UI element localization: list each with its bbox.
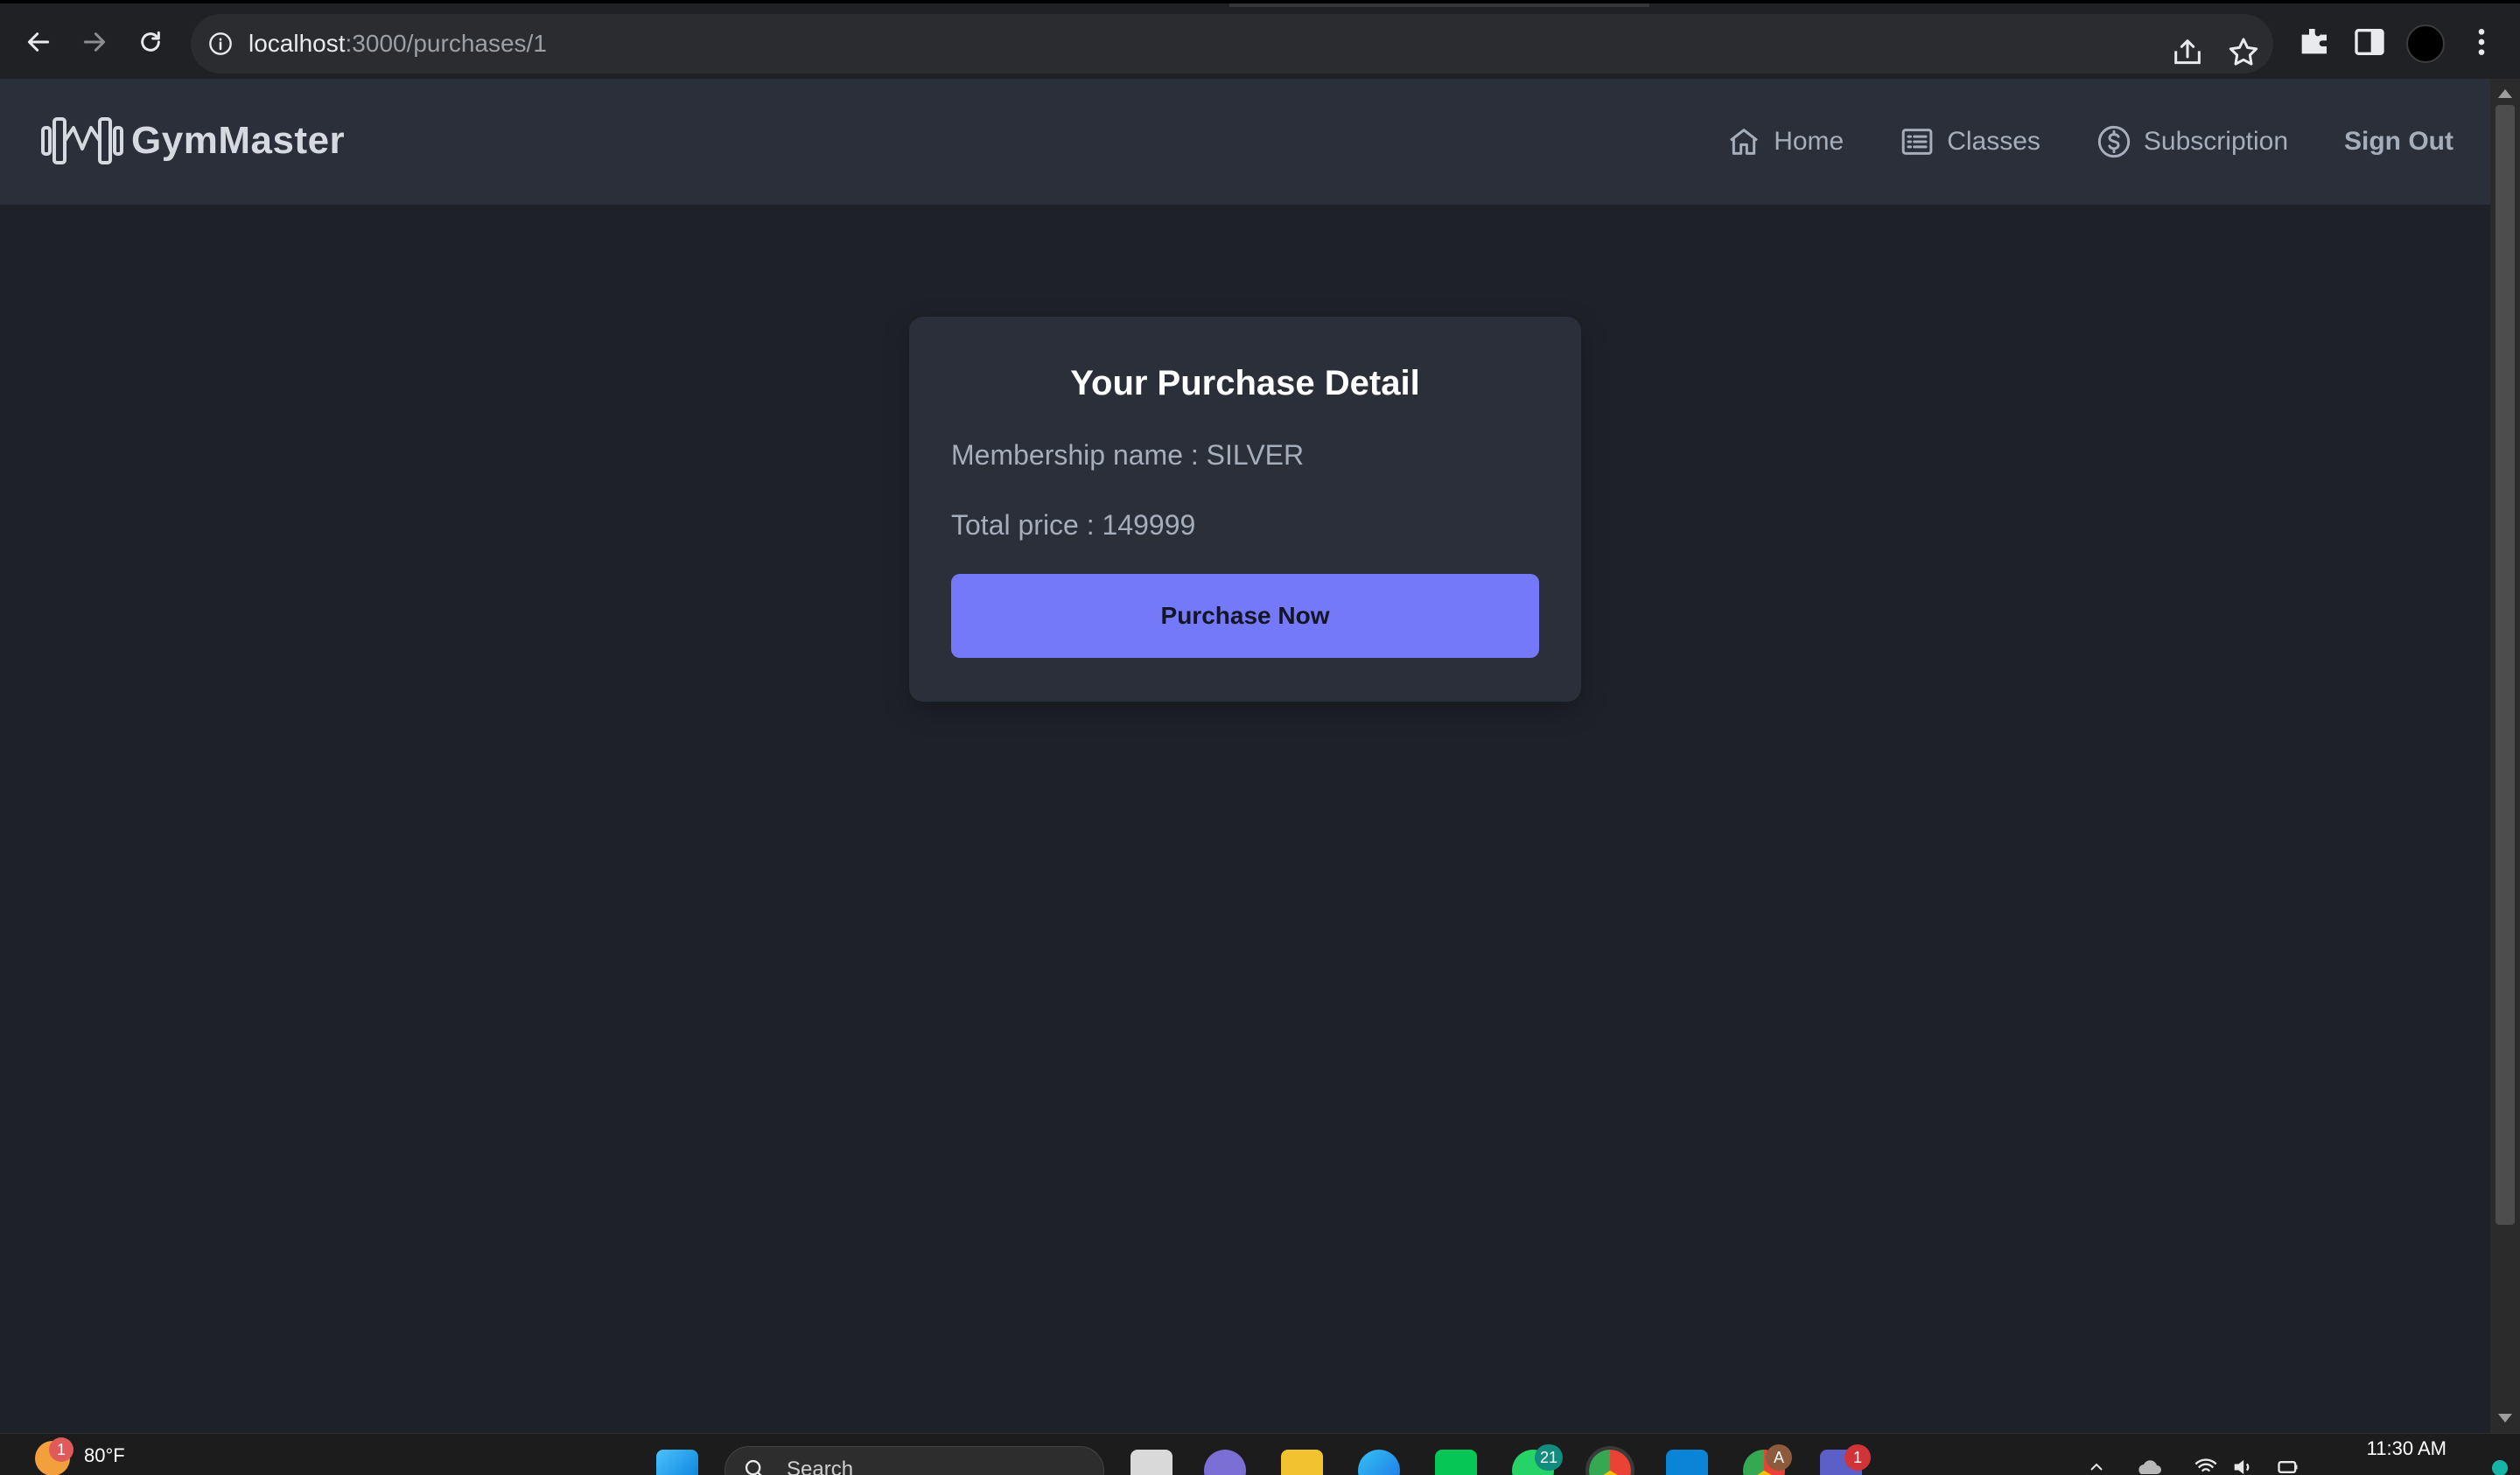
vscode-icon[interactable]: [1666, 1450, 1708, 1475]
nav-links: Home Classes Subscription Sign Out: [1726, 124, 2454, 159]
notification-icon[interactable]: [2492, 1460, 2508, 1475]
more-menu-icon[interactable]: [2464, 24, 2499, 59]
weather-badge: 1: [49, 1437, 74, 1462]
edge-icon[interactable]: [1358, 1450, 1400, 1475]
os-taskbar: 1 80°F Search 21 A 1 11:30 AM: [0, 1433, 2520, 1475]
line-app-icon[interactable]: [1435, 1450, 1477, 1475]
share-icon[interactable]: [2170, 35, 2205, 70]
scroll-thumb[interactable]: [2496, 105, 2515, 1225]
task-view-icon[interactable]: [1130, 1450, 1172, 1475]
page-scrollbar[interactable]: [2490, 79, 2520, 1433]
url-text[interactable]: localhost:3000/purchases/1: [248, 30, 547, 58]
extensions-icon[interactable]: [2296, 24, 2331, 59]
url-host: localhost: [248, 30, 346, 57]
card-title: Your Purchase Detail: [1070, 364, 1420, 402]
video-chat-icon[interactable]: [1204, 1450, 1246, 1475]
nav-subscription[interactable]: Subscription: [2096, 124, 2288, 159]
start-icon[interactable]: [656, 1450, 698, 1475]
search-placeholder: Search: [787, 1458, 854, 1475]
list-icon: [1901, 129, 1933, 155]
bookmark-star-icon[interactable]: [2226, 35, 2261, 70]
brand-link[interactable]: GymMaster: [40, 112, 345, 170]
profile-avatar[interactable]: [2406, 24, 2445, 63]
whatsapp-badge: 21: [1535, 1444, 1564, 1471]
dollar-icon: [2097, 125, 2131, 158]
scroll-down-icon[interactable]: [2498, 1414, 2512, 1423]
weather-temp: 80°F: [84, 1444, 125, 1466]
home-icon: [1730, 129, 1759, 155]
side-panel-icon[interactable]: [2352, 24, 2387, 59]
file-explorer-icon[interactable]: [1281, 1450, 1323, 1475]
total-price-text: Total price : 149999: [951, 509, 1196, 541]
browser-toolbar: localhost:3000/purchases/1: [0, 0, 2520, 79]
dumbbell-logo-icon: [41, 117, 123, 164]
battery-icon[interactable]: [2275, 1455, 2301, 1475]
page-content: Your Purchase Detail Membership name : S…: [0, 205, 2490, 1433]
back-button[interactable]: [19, 23, 58, 61]
address-bar[interactable]: localhost:3000/purchases/1: [191, 14, 2273, 73]
weather-widget[interactable]: 1 80°F: [35, 1437, 125, 1475]
arrow-left-icon: [27, 32, 50, 52]
membership-name-text: Membership name : SILVER: [951, 439, 1305, 471]
nav-home-label: Home: [1774, 127, 1844, 156]
active-tab-indicator: [1229, 3, 1649, 7]
purchase-detail-card: Your Purchase Detail Membership name : S…: [909, 317, 1581, 702]
nav-subscription-label: Subscription: [2143, 127, 2289, 156]
url-path: :3000/purchases/1: [345, 30, 547, 57]
wifi-icon[interactable]: [2193, 1455, 2219, 1475]
taskbar-search[interactable]: Search: [724, 1446, 1104, 1475]
brand-name: GymMaster: [131, 119, 346, 162]
app-navbar: GymMaster Home Classes Subscription Sign…: [0, 79, 2490, 205]
reload-button[interactable]: [131, 23, 170, 61]
teams-badge: 1: [1844, 1444, 1871, 1471]
volume-icon[interactable]: [2230, 1455, 2256, 1475]
nav-classes[interactable]: Classes: [1900, 124, 2040, 159]
chevron-up-icon[interactable]: [2086, 1457, 2107, 1475]
system-clock[interactable]: 11:30 AM: [2367, 1437, 2446, 1460]
scroll-up-icon[interactable]: [2498, 89, 2512, 98]
purchase-now-button[interactable]: Purchase Now: [951, 574, 1539, 658]
weather-icon: 1: [35, 1437, 74, 1475]
chrome-profile-badge: A: [1766, 1444, 1792, 1471]
search-icon: [745, 1459, 762, 1475]
sign-out-button[interactable]: Sign Out: [2344, 127, 2454, 157]
arrow-right-icon: [83, 32, 106, 52]
forward-button[interactable]: [75, 23, 114, 61]
nav-home[interactable]: Home: [1726, 124, 1844, 159]
onedrive-icon[interactable]: [2135, 1457, 2161, 1475]
site-info-icon[interactable]: [208, 31, 233, 56]
reload-icon: [141, 31, 160, 52]
chrome-active-icon[interactable]: [1586, 1446, 1634, 1475]
nav-classes-label: Classes: [1947, 127, 2040, 156]
